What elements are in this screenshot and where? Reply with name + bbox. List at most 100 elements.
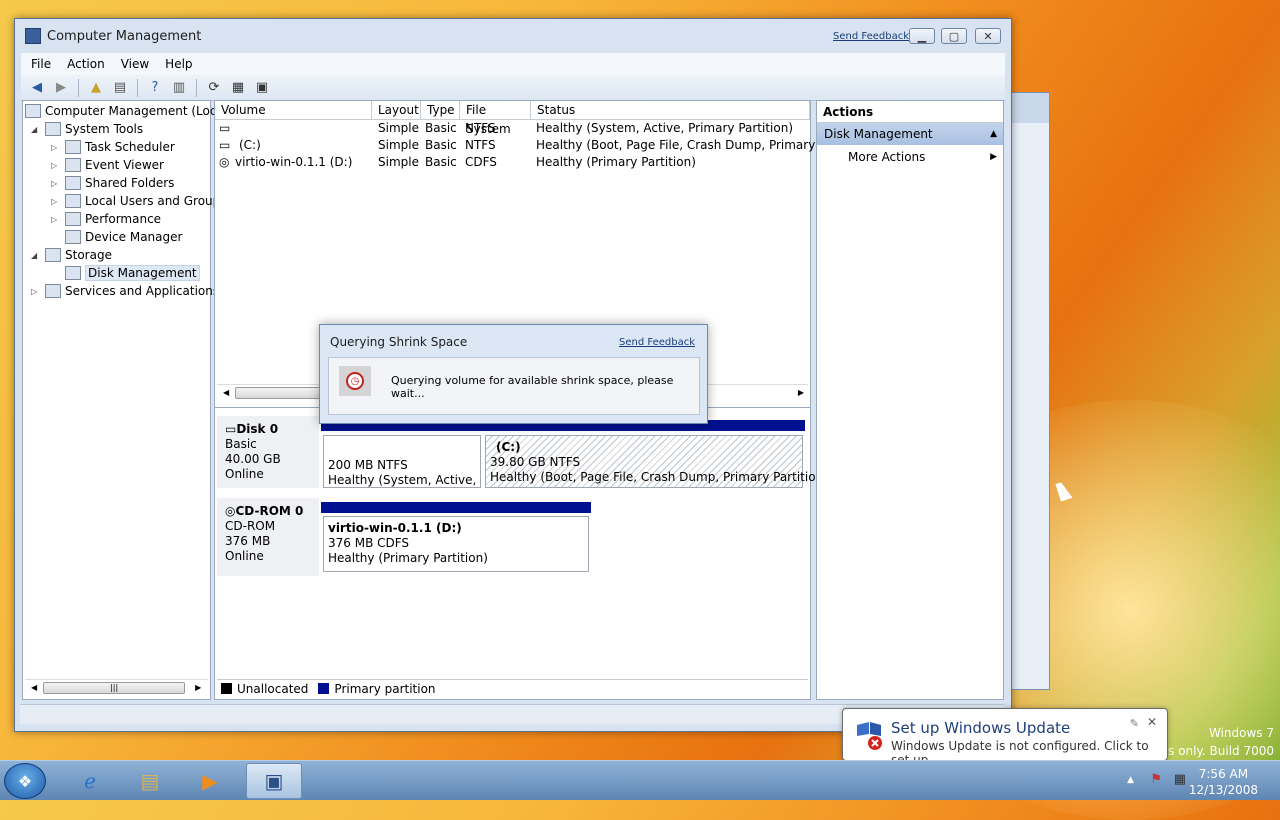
tree-item-task-scheduler[interactable]: ▷ Task Scheduler bbox=[51, 138, 175, 156]
cell-layout: Simple bbox=[378, 138, 419, 152]
cell-status: Healthy (System, Active, Primary Partiti… bbox=[536, 121, 794, 135]
notification-close-icon[interactable]: ✕ bbox=[1147, 715, 1157, 729]
tree-item-system-tools[interactable]: ◢ System Tools bbox=[31, 120, 143, 138]
tree-item-local-users-and-groups[interactable]: ▷ Local Users and Groups bbox=[51, 192, 227, 210]
menu-file[interactable]: File bbox=[31, 57, 51, 71]
menu-action[interactable]: Action bbox=[67, 57, 105, 71]
tree-item-storage[interactable]: ◢ Storage bbox=[31, 246, 112, 264]
disk-icon[interactable]: ▣ bbox=[252, 78, 272, 98]
actions-section-disk-management[interactable]: Disk Management ▲ bbox=[817, 123, 1003, 145]
tree-horizontal-scrollbar[interactable]: ◀ ||| ▶ bbox=[25, 679, 208, 695]
tree-item-computer-management[interactable]: Computer Management (Local bbox=[25, 102, 227, 120]
disk-0-label[interactable]: ▭Disk 0 Basic 40.00 GB Online bbox=[217, 416, 319, 488]
expand-open-icon[interactable]: ◢ bbox=[31, 251, 41, 260]
computer-management-taskbar-button[interactable]: ▣ bbox=[246, 763, 302, 799]
console-tree: Computer Management (Local ◢ System Tool… bbox=[22, 100, 227, 700]
scroll-left-icon[interactable]: ◀ bbox=[31, 683, 37, 692]
close-button[interactable]: ✕ bbox=[975, 28, 1001, 44]
table-row[interactable]: ▭ Simple Basic NTFS Healthy (System, Act… bbox=[215, 121, 810, 138]
scroll-left-icon[interactable]: ◀ bbox=[223, 388, 229, 397]
back-arrow-icon[interactable]: ◀ bbox=[27, 78, 47, 98]
folder-icon: ▤ bbox=[140, 769, 160, 793]
action-center-icon[interactable]: ⚑ bbox=[1150, 772, 1162, 787]
expand-closed-icon[interactable]: ▷ bbox=[51, 143, 61, 152]
background-window[interactable] bbox=[1010, 92, 1050, 690]
legend-primary-partition: Primary partition bbox=[334, 681, 436, 696]
cell-layout: Simple bbox=[378, 121, 419, 135]
wrench-icon[interactable]: ✎ bbox=[1130, 717, 1139, 730]
tree-item-services-and-applications[interactable]: ▷ Services and Applications bbox=[31, 282, 219, 300]
network-icon[interactable]: ▦ bbox=[1174, 772, 1186, 787]
partition-c-drive[interactable]: (C:) 39.80 GB NTFS Healthy (Boot, Page F… bbox=[485, 435, 828, 488]
tree-item-performance[interactable]: ▷ Performance bbox=[51, 210, 161, 228]
dialog-title: Querying Shrink Space bbox=[330, 335, 468, 349]
more-actions-item[interactable]: More Actions ▶ bbox=[817, 145, 1003, 169]
start-button[interactable]: ❖ bbox=[4, 763, 46, 799]
actions-pane: Actions Disk Management ▲ More Actions ▶ bbox=[816, 100, 1004, 700]
minimize-button[interactable]: ▁ bbox=[909, 28, 935, 44]
system-clock[interactable]: 7:56 AM 12/13/2008 bbox=[1189, 766, 1258, 798]
properties-icon[interactable]: ▦ bbox=[228, 78, 248, 98]
show-hide-action-pane-icon[interactable]: ▥ bbox=[169, 78, 189, 98]
tools-icon bbox=[45, 122, 61, 136]
actions-header: Actions bbox=[817, 101, 1003, 123]
expand-closed-icon[interactable]: ▷ bbox=[51, 161, 61, 170]
expand-closed-icon[interactable]: ▷ bbox=[51, 215, 61, 224]
column-header-status[interactable]: Status bbox=[531, 101, 810, 120]
partition-status: Healthy (System, Active, Pri bbox=[328, 473, 476, 487]
column-header-layout[interactable]: Layout bbox=[372, 101, 421, 120]
internet-explorer-icon: ℯ bbox=[84, 769, 96, 793]
column-header-volume[interactable]: Volume bbox=[215, 101, 372, 120]
table-row[interactable]: ◎ virtio-win-0.1.1 (D:) Simple Basic CDF… bbox=[215, 155, 810, 172]
scroll-right-icon[interactable]: ▶ bbox=[195, 683, 201, 692]
clock-date: 12/13/2008 bbox=[1188, 783, 1258, 797]
expand-closed-icon[interactable]: ▷ bbox=[51, 179, 61, 188]
toolbar: ◀ ▶ ▲ ▤ ? ▥ ⟳ ▦ ▣ bbox=[21, 75, 1005, 101]
more-actions-label: More Actions bbox=[848, 150, 926, 164]
submenu-arrow-icon: ▶ bbox=[990, 152, 997, 162]
unallocated-swatch bbox=[221, 683, 232, 694]
expand-open-icon[interactable]: ◢ bbox=[31, 125, 41, 134]
tree-item-device-manager[interactable]: Device Manager bbox=[65, 228, 182, 246]
computer-icon bbox=[25, 104, 41, 118]
expand-closed-icon[interactable]: ▷ bbox=[51, 197, 61, 206]
help-icon[interactable]: ? bbox=[145, 78, 165, 98]
cdrom-0-label[interactable]: ◎CD-ROM 0 CD-ROM 376 MB Online bbox=[217, 498, 319, 576]
media-player-taskbar-button[interactable]: ▶ bbox=[182, 763, 238, 799]
column-header-type[interactable]: Type bbox=[421, 101, 460, 120]
partition-d-drive[interactable]: virtio-win-0.1.1 (D:) 376 MB CDFS Health… bbox=[323, 516, 589, 572]
send-feedback-link[interactable]: Send Feedback bbox=[833, 31, 909, 42]
maximize-icon: ▢ bbox=[948, 29, 960, 43]
up-folder-icon[interactable]: ▲ bbox=[86, 78, 106, 98]
windows-update-notification[interactable]: Set up Windows Update Windows Update is … bbox=[842, 708, 1168, 767]
menu-view[interactable]: View bbox=[121, 57, 149, 71]
partition-system-reserved[interactable]: 200 MB NTFS Healthy (System, Active, Pri bbox=[323, 435, 481, 488]
windows-update-flag-icon bbox=[857, 722, 882, 750]
expand-closed-icon[interactable]: ▷ bbox=[31, 287, 41, 296]
scroll-thumb[interactable]: ||| bbox=[43, 681, 186, 694]
internet-explorer-taskbar-button[interactable]: ℯ bbox=[62, 763, 118, 799]
tree-item-disk-management[interactable]: Disk Management bbox=[65, 264, 200, 282]
notification-title: Set up Windows Update bbox=[891, 719, 1071, 737]
refresh-icon[interactable]: ⟳ bbox=[204, 78, 224, 98]
tree-item-event-viewer[interactable]: ▷ Event Viewer bbox=[51, 156, 164, 174]
cell-fs: CDFS bbox=[465, 155, 497, 169]
forward-arrow-icon[interactable]: ▶ bbox=[51, 78, 71, 98]
collapse-icon[interactable]: ▲ bbox=[990, 123, 997, 145]
partition-size: 39.80 GB NTFS bbox=[490, 455, 581, 469]
scroll-right-icon[interactable]: ▶ bbox=[798, 388, 804, 397]
show-hide-tree-icon[interactable]: ▤ bbox=[110, 78, 130, 98]
dialog-send-feedback-link[interactable]: Send Feedback bbox=[619, 337, 695, 348]
maximize-button[interactable]: ▢ bbox=[941, 28, 967, 44]
show-hidden-icons-icon[interactable]: ▲ bbox=[1127, 775, 1134, 785]
partition-status: Healthy (Boot, Page File, Crash Dump, Pr… bbox=[490, 470, 828, 484]
explorer-taskbar-button[interactable]: ▤ bbox=[122, 763, 178, 799]
tree-item-label: Shared Folders bbox=[85, 176, 175, 190]
column-header-file-system[interactable]: File System bbox=[460, 101, 531, 136]
table-row[interactable]: ▭ (C:) Simple Basic NTFS Healthy (Boot, … bbox=[215, 138, 851, 155]
menu-help[interactable]: Help bbox=[165, 57, 192, 71]
tree-item-shared-folders[interactable]: ▷ Shared Folders bbox=[51, 174, 174, 192]
disk-management-icon bbox=[65, 266, 81, 280]
scroll-thumb[interactable] bbox=[235, 386, 326, 399]
legend-unallocated: Unallocated bbox=[237, 681, 309, 696]
